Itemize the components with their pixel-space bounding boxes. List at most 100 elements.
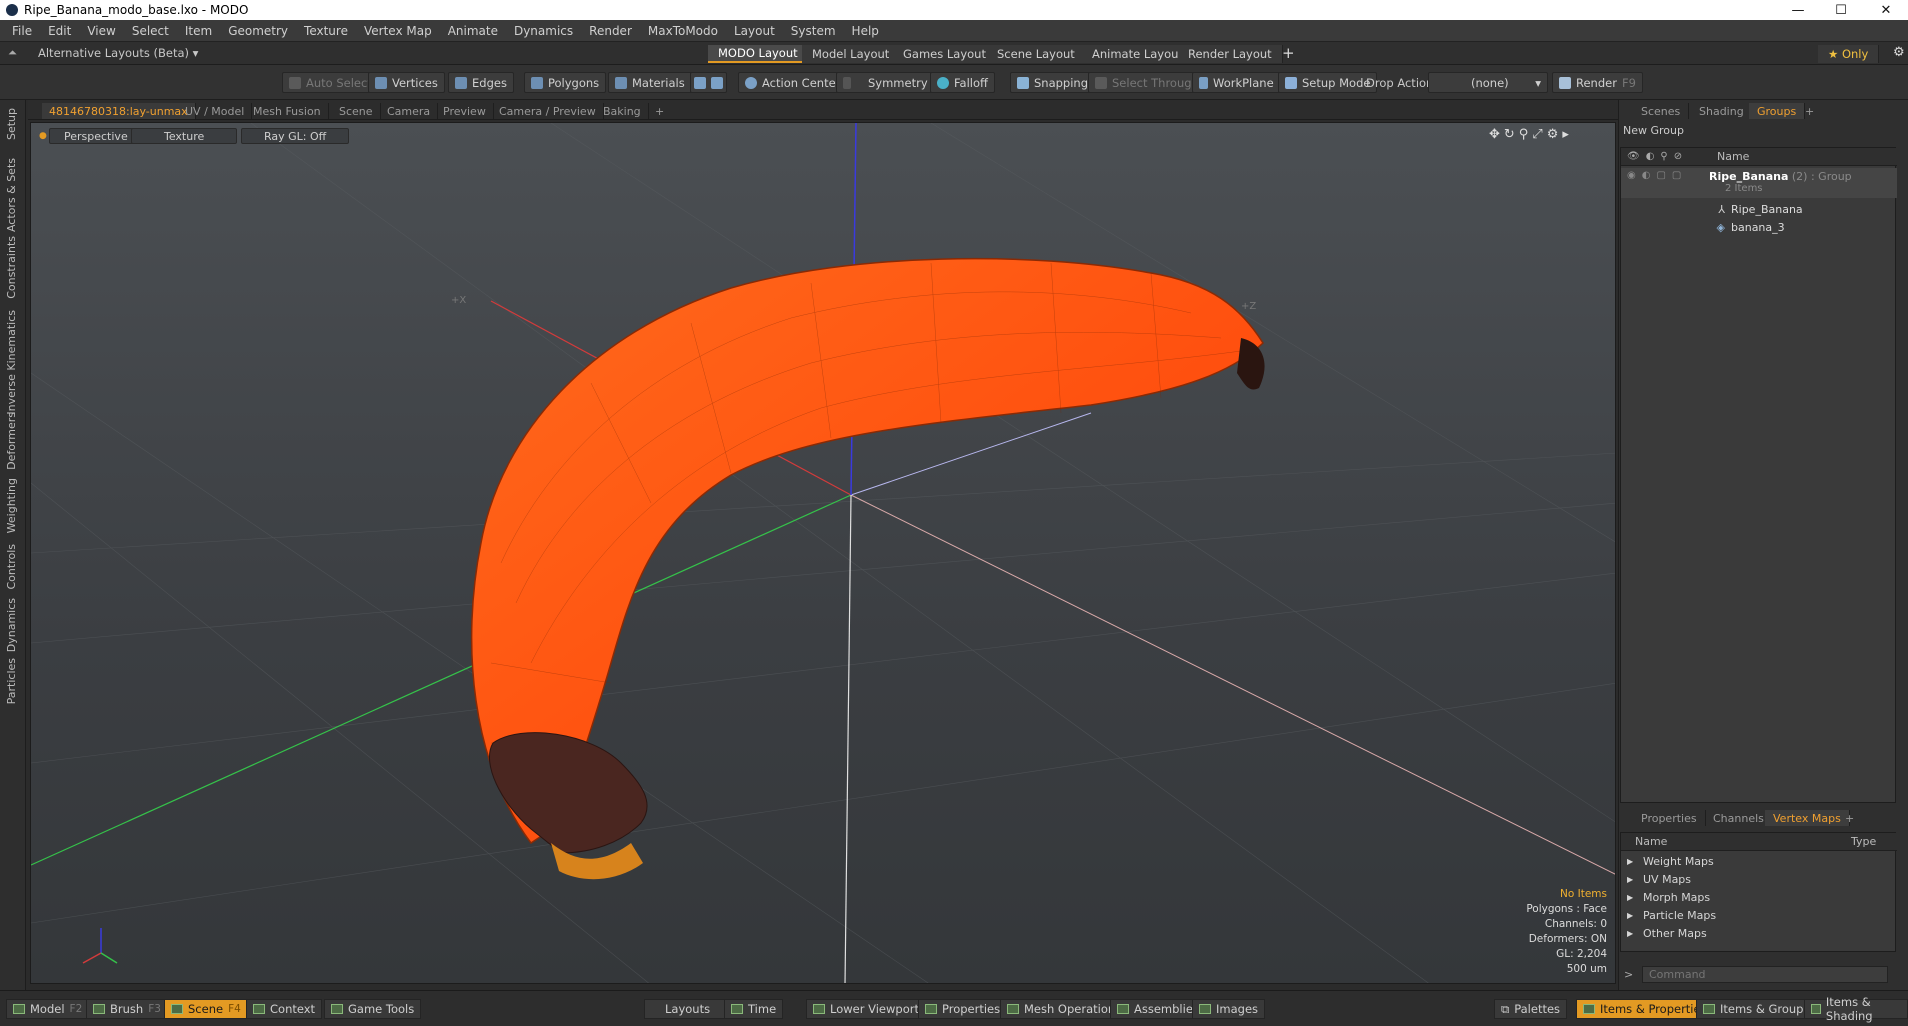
shading-button[interactable]: Texture [131,128,238,144]
strip-tab-inverse-kinematics[interactable]: Inverse Kinematics [5,310,18,415]
menu-animate[interactable]: Animate [440,24,506,38]
lower-viewports-button[interactable]: Lower Viewports [806,999,932,1019]
menu-vertex-map[interactable]: Vertex Map [356,24,440,38]
add-panel-tab-button[interactable]: + [1797,103,1822,119]
menu-layout[interactable]: Layout [726,24,783,38]
tab-baking[interactable]: Baking [596,103,649,119]
group-row-ripe-banana[interactable]: ◉◐▢▢ Ripe_Banana (2) : Group 2 Items [1621,168,1897,198]
palettes-button[interactable]: ⧉ Palettes [1494,999,1568,1019]
menu-item[interactable]: Item [177,24,220,38]
minimize-button[interactable]: — [1778,0,1818,20]
projection-button[interactable]: Perspective [49,128,143,144]
strip-tab-actors-sets[interactable]: Actors & Sets [5,158,18,232]
maximize-button[interactable]: ☐ [1821,0,1861,20]
layout-switcher[interactable]: Alternative Layouts (Beta) ▾ [38,46,198,60]
items-shading-button[interactable]: Items & Shading [1804,995,1908,1023]
mesh-operations-button[interactable]: Mesh Operations [1000,999,1129,1019]
expand-icon[interactable]: ▶ [1621,893,1643,902]
tab-scene[interactable]: Scene [332,103,381,119]
close-button[interactable]: ✕ [1866,0,1906,20]
menu-view[interactable]: View [79,24,123,38]
only-toggle[interactable]: ★ Only [1818,45,1880,63]
model-button[interactable]: Model F2 [6,999,90,1019]
gear-icon[interactable]: ⚙ [1893,45,1905,60]
context-button[interactable]: Context [246,999,323,1019]
menu-maxtomodo[interactable]: MaxToModo [640,24,726,38]
vertices-button[interactable]: Vertices [368,72,445,93]
polygons-button[interactable]: Polygons [524,72,607,93]
tab-camera-preview[interactable]: Camera / Preview [492,103,604,119]
tab-channels[interactable]: Channels [1705,810,1773,826]
brush-button[interactable]: Brush F3 [86,999,168,1019]
strip-tab-deformers[interactable]: Deformers [5,412,18,470]
tab-lay-unmax[interactable]: 48146780318:lay-unmax [42,103,196,119]
vmap-row[interactable]: ▶ Other Maps [1621,924,1897,942]
strip-tab-dynamics[interactable]: Dynamics [5,598,18,652]
raygl-button[interactable]: Ray GL: Off [241,128,350,144]
group-child-row[interactable]: ⅄ Ripe_Banana [1621,200,1897,218]
snapping-button[interactable]: Snapping [1010,72,1096,93]
symmetry-button[interactable]: Symmetry [836,72,935,93]
menu-geometry[interactable]: Geometry [220,24,296,38]
properties-button[interactable]: Properties [918,999,1008,1019]
menu-render[interactable]: Render [581,24,640,38]
select-through-button[interactable]: Select Through [1088,72,1206,93]
tab-mesh-fusion[interactable]: Mesh Fusion [246,103,329,119]
menu-dynamics[interactable]: Dynamics [506,24,581,38]
tab-render-layout[interactable]: Render Layout [1178,45,1283,63]
expand-icon[interactable]: ▶ [1621,911,1643,920]
menu-file[interactable]: File [4,24,40,38]
game-tools-button[interactable]: Game Tools [324,999,422,1019]
add-layout-button[interactable]: + [1282,44,1295,62]
tab-camera[interactable]: Camera [380,103,439,119]
command-input[interactable] [1642,966,1888,983]
menu-help[interactable]: Help [844,24,887,38]
strip-tab-weighting[interactable]: Weighting [5,478,18,533]
tab-model-layout[interactable]: Model Layout [802,45,901,63]
items-properties-button[interactable]: Items & Properties [1576,999,1714,1019]
action-center-button[interactable]: Action Center [738,72,848,93]
expand-icon[interactable]: ▶ [1621,929,1643,938]
layouts-button[interactable]: Layouts [644,999,732,1019]
images-button[interactable]: Images [1192,999,1266,1019]
tab-modo-layout[interactable]: MODO Layout [708,45,809,63]
strip-tab-particles[interactable]: Particles [5,658,18,704]
layout-menu-icon[interactable]: ⏶ [8,46,17,60]
tab-shading[interactable]: Shading [1691,103,1753,119]
edges-button[interactable]: Edges [448,72,514,93]
scene-button[interactable]: Scene F4 [164,999,248,1019]
tab-games-layout[interactable]: Games Layout [893,45,997,63]
expand-icon[interactable]: ▶ [1621,857,1643,866]
menu-system[interactable]: System [783,24,844,38]
strip-tab-controls[interactable]: Controls [5,544,18,590]
tab-scene-layout[interactable]: Scene Layout [987,45,1086,63]
tab-preview[interactable]: Preview [436,103,494,119]
viewport-options-icon[interactable]: ● [39,131,47,141]
add-viewport-tab-button[interactable]: + [648,103,671,119]
strip-tab-setup[interactable]: Setup [5,108,18,140]
vmap-row[interactable]: ▶ Morph Maps [1621,888,1897,906]
menu-edit[interactable]: Edit [40,24,79,38]
element-mode-button[interactable] [690,72,727,93]
tab-uv-model[interactable]: UV / Model [178,103,253,119]
drop-action-select[interactable]: (none) ▾ [1428,72,1548,93]
workplane-button[interactable]: WorkPlane [1192,72,1281,93]
menu-texture[interactable]: Texture [296,24,356,38]
strip-tab-constraints[interactable]: Constraints [5,236,18,299]
render-button[interactable]: Render F9 [1552,72,1643,93]
vmap-row[interactable]: ▶ Particle Maps [1621,906,1897,924]
group-child-row[interactable]: ◈ banana_3 [1621,218,1897,236]
vmap-row[interactable]: ▶ Weight Maps [1621,852,1897,870]
falloff-button[interactable]: Falloff [930,72,995,93]
group-visibility-toggles[interactable]: ◉◐▢▢ [1621,170,1709,181]
materials-button[interactable]: Materials [608,72,692,93]
add-panel-tab-button-2[interactable]: + [1837,810,1862,826]
3d-viewport[interactable]: ● Perspective Texture Ray GL: Off ✥↻⚲⤢⚙▸… [30,122,1616,984]
vmap-row[interactable]: ▶ UV Maps [1621,870,1897,888]
tab-scenes[interactable]: Scenes [1633,103,1690,119]
auto-select-button[interactable]: Auto Select [282,72,379,93]
menu-select[interactable]: Select [124,24,177,38]
setup-mode-button[interactable]: Setup Mode [1278,72,1378,93]
time-button[interactable]: Time [724,999,784,1019]
tab-properties[interactable]: Properties [1633,810,1706,826]
